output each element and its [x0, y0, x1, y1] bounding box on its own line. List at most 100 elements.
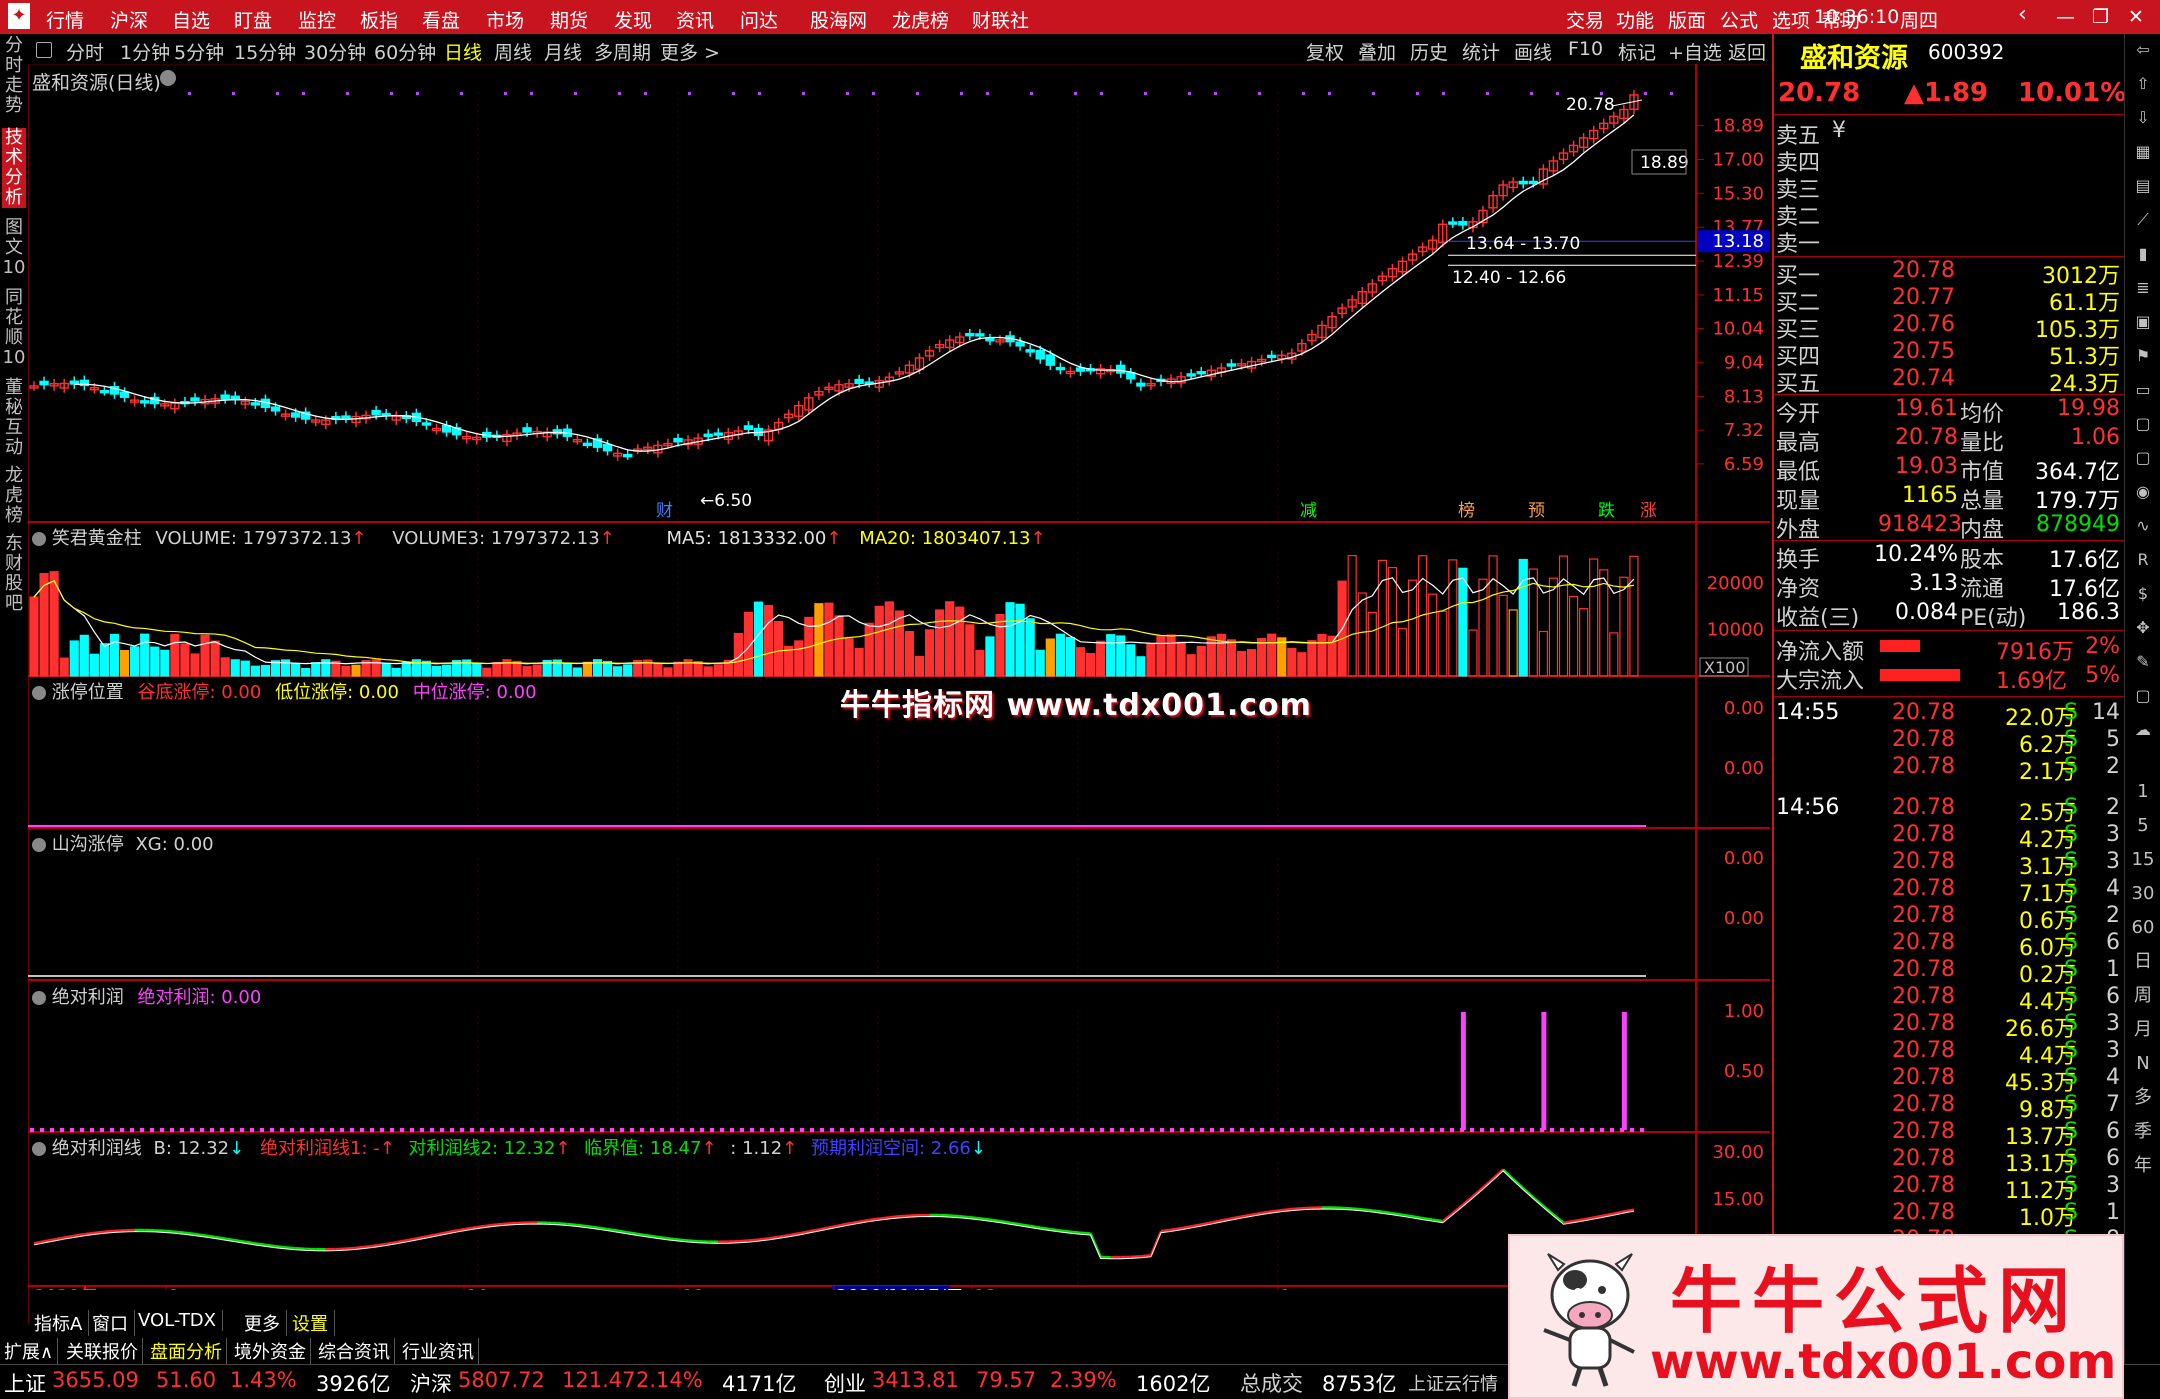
tool-button-2[interactable]: 历史 — [1410, 38, 1448, 65]
panel-toggle-icon[interactable] — [32, 838, 46, 852]
buy-price[interactable]: 20.78 — [1892, 258, 1955, 283]
tool-button-7[interactable]: +自选 — [1668, 38, 1722, 65]
buy-price[interactable]: 20.75 — [1892, 339, 1955, 364]
table-icon[interactable]: ▤ — [2129, 174, 2157, 198]
indicator-tab-2[interactable]: VOL-TDX — [132, 1310, 223, 1331]
period-tab-7[interactable]: 周线 — [494, 38, 532, 65]
menu-4[interactable]: 监控 — [298, 6, 336, 33]
menu-10[interactable]: 资讯 — [676, 6, 714, 33]
menu-1[interactable]: 沪深 — [110, 6, 148, 33]
menu-14[interactable]: 财联社 — [972, 6, 1029, 33]
left-tab-6[interactable]: 东财股吧 — [2, 534, 26, 614]
menu-8[interactable]: 期货 — [550, 6, 588, 33]
right-menu-2[interactable]: 版面 — [1668, 6, 1706, 33]
period-icon-4[interactable]: 60 — [2129, 916, 2157, 940]
period-tab-4[interactable]: 30分钟 — [304, 38, 366, 65]
buy-price[interactable]: 20.77 — [1892, 285, 1955, 310]
s-icon[interactable]: $ — [2129, 582, 2157, 606]
buy-price[interactable]: 20.76 — [1892, 312, 1955, 337]
period-tab-0[interactable]: 分时 — [66, 38, 104, 65]
tool-button-6[interactable]: 标记 — [1618, 38, 1656, 65]
event-marker[interactable]: 预 — [1528, 501, 1545, 521]
flag-icon[interactable]: ⚑ — [2129, 344, 2157, 368]
event-marker[interactable]: 财 — [656, 501, 673, 521]
right-menu-1[interactable]: 功能 — [1616, 6, 1654, 33]
tool-button-5[interactable]: F10 — [1568, 38, 1603, 60]
extension-tab-5[interactable]: 行业资讯 — [402, 1338, 479, 1364]
extension-tab-2[interactable]: 盘面分析 — [150, 1338, 227, 1364]
menu-13[interactable]: 龙虎榜 — [892, 6, 949, 33]
doc-icon[interactable]: ▭ — [2129, 378, 2157, 402]
down-arrow-icon[interactable]: ⇩ — [2129, 106, 2157, 130]
right-menu-3[interactable]: 公式 — [1720, 6, 1758, 33]
layout-toggle-icon[interactable] — [36, 42, 52, 58]
period-tab-2[interactable]: 5分钟 — [174, 38, 224, 65]
menu-5[interactable]: 板指 — [360, 6, 398, 33]
chart-icon[interactable]: ▦ — [2129, 140, 2157, 164]
period-tab-6[interactable]: 日线 — [444, 38, 482, 65]
period-icon-1[interactable]: 5 — [2129, 814, 2157, 838]
extension-tab-1[interactable]: 关联报价 — [66, 1338, 143, 1364]
candle-icon[interactable]: ▮ — [2129, 242, 2157, 266]
up-arrow-icon[interactable]: ⇦ — [2129, 38, 2157, 62]
period-icon-0[interactable]: 1 — [2129, 780, 2157, 804]
index-name[interactable]: 上证 — [4, 1368, 46, 1398]
period-tab-9[interactable]: 多周期 — [594, 38, 651, 65]
settings-circle-icon[interactable] — [160, 70, 176, 86]
cloud-icon[interactable]: ☁ — [2129, 718, 2157, 742]
period-icon-5[interactable]: 日 — [2129, 950, 2157, 974]
extension-tab-3[interactable]: 境外资金 — [234, 1338, 311, 1364]
event-marker[interactable]: 跌 — [1598, 501, 1615, 521]
index-name[interactable]: 创业 — [824, 1368, 866, 1398]
menu-7[interactable]: 市场 — [486, 6, 524, 33]
chart-area[interactable]: 18.8917.0015.3013.7712.3911.1510.049.048… — [28, 64, 1770, 1290]
indicator-tab-0[interactable]: 指标A — [28, 1310, 89, 1336]
period-icon-11[interactable]: 年 — [2129, 1154, 2157, 1178]
rsi-icon[interactable]: R — [2129, 548, 2157, 572]
index-name[interactable]: 沪深 — [410, 1368, 452, 1398]
menu-9[interactable]: 发现 — [614, 6, 652, 33]
back-arrow-icon[interactable]: ‹ — [2018, 2, 2027, 27]
panel-toggle-icon[interactable] — [32, 1142, 46, 1156]
extension-tab-4[interactable]: 综合资讯 — [318, 1338, 395, 1364]
indicator-tab-3[interactable]: 更多 — [238, 1310, 287, 1336]
menu-2[interactable]: 自选 — [172, 6, 210, 33]
menu-6[interactable]: 看盘 — [422, 6, 460, 33]
close-icon[interactable]: ✕ — [2128, 6, 2144, 28]
indicator-tab-4[interactable]: 设置 — [286, 1310, 335, 1336]
event-marker[interactable]: 减 — [1300, 501, 1317, 521]
period-icon-10[interactable]: 季 — [2129, 1120, 2157, 1144]
period-tab-10[interactable]: 更多 > — [660, 38, 720, 65]
tool-button-3[interactable]: 统计 — [1462, 38, 1500, 65]
period-tab-3[interactable]: 15分钟 — [234, 38, 296, 65]
fs-icon[interactable]: ▢ — [2129, 684, 2157, 708]
tool-button-1[interactable]: 叠加 — [1358, 38, 1396, 65]
panel-toggle-icon[interactable] — [32, 532, 46, 546]
menu-3[interactable]: 盯盘 — [234, 6, 272, 33]
period-icon-2[interactable]: 15 — [2129, 848, 2157, 872]
minimize-icon[interactable]: — — [2056, 6, 2075, 28]
right-menu-0[interactable]: 交易 — [1566, 6, 1604, 33]
period-icon-7[interactable]: 月 — [2129, 1018, 2157, 1042]
period-tab-1[interactable]: 1分钟 — [120, 38, 170, 65]
tool-button-8[interactable]: 返回 — [1728, 38, 1766, 65]
f10-icon[interactable]: ▣ — [2129, 310, 2157, 334]
menu-12[interactable]: 股海网 — [810, 6, 867, 33]
wave-icon[interactable]: ∿ — [2129, 514, 2157, 538]
period-tab-8[interactable]: 月线 — [544, 38, 582, 65]
logo-url[interactable]: www.tdx001.com — [1650, 1334, 2116, 1390]
right-menu-4[interactable]: 选项 — [1772, 6, 1810, 33]
f2-icon[interactable]: ▢ — [2129, 412, 2157, 436]
left-tab-1[interactable]: 技术分析 — [2, 128, 26, 208]
buy-price[interactable]: 20.74 — [1892, 366, 1955, 391]
event-marker[interactable]: 涨 — [1640, 501, 1657, 521]
list-icon[interactable]: ≣ — [2129, 276, 2157, 300]
panel-toggle-icon[interactable] — [32, 686, 46, 700]
menu-11[interactable]: 问达 — [740, 6, 778, 33]
tool-button-0[interactable]: 复权 — [1306, 38, 1344, 65]
indicator-tab-1[interactable]: 窗口 — [86, 1310, 135, 1336]
f3-icon[interactable]: ▢ — [2129, 446, 2157, 470]
line-chart-icon[interactable]: ⟋ — [2129, 208, 2157, 232]
restore-icon[interactable]: ❐ — [2092, 6, 2109, 28]
panel-toggle-icon[interactable] — [32, 991, 46, 1005]
